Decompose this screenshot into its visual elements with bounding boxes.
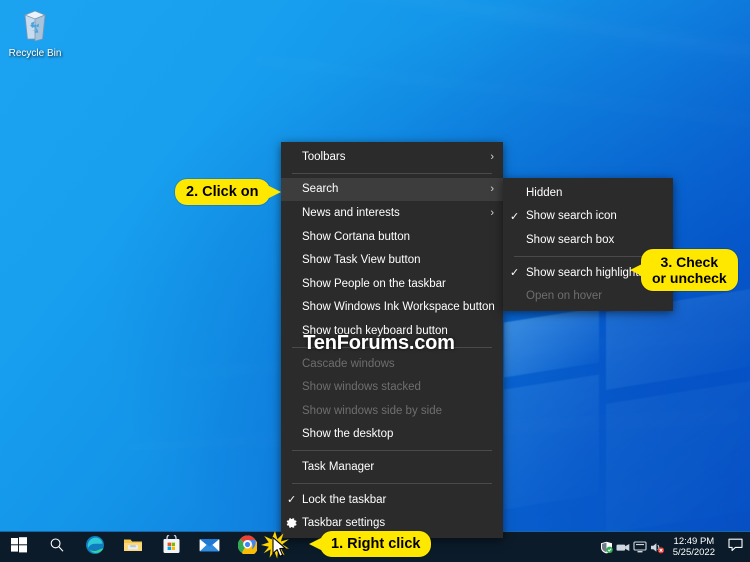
microsoft-edge-icon — [85, 535, 105, 560]
callout-step-3: 3. Check or uncheck — [630, 249, 738, 291]
context-menu-item[interactable]: News and interests › — [281, 201, 503, 225]
system-tray: 12:49 PM 5/25/2022 — [598, 533, 750, 562]
wallpaper-logo-pane — [504, 307, 599, 378]
desktop-icon-label: Recycle Bin — [8, 48, 62, 59]
context-menu-item-label: Show Cortana button — [302, 230, 411, 243]
callout-step-2: 2. Click on — [175, 179, 281, 205]
search-magnifier-icon — [49, 537, 65, 558]
callout-tail — [268, 186, 281, 198]
callout-step-2-text: 2. Click on — [186, 184, 259, 200]
action-center-speech-bubble-icon — [727, 538, 743, 557]
search-submenu-item[interactable]: ✓ Show search icon — [503, 205, 673, 229]
context-menu-item[interactable]: Show Cortana button — [281, 225, 503, 249]
context-menu-item-label: Show touch keyboard button — [302, 324, 448, 337]
recycle-bin-icon — [4, 6, 66, 46]
context-menu-item-label: Show windows stacked — [302, 381, 421, 394]
context-menu-item: Show windows stacked — [281, 375, 503, 399]
context-menu-item-label: Show Task View button — [302, 254, 421, 267]
wallpaper-light-streak — [251, 57, 750, 129]
callout-step-1: 1. Right click — [309, 531, 432, 557]
clock-date: 5/25/2022 — [672, 547, 715, 558]
context-menu-item[interactable]: Show Task View button — [281, 248, 503, 272]
search-submenu-item[interactable]: Hidden — [503, 181, 673, 205]
volume-muted-icon[interactable] — [649, 533, 666, 562]
microsoft-store-button[interactable] — [152, 533, 190, 562]
context-menu-item-label: Show People on the taskbar — [302, 277, 446, 290]
callout-tail — [630, 264, 642, 276]
context-menu-item-label: Cascade windows — [302, 357, 395, 370]
file-explorer-button[interactable] — [114, 533, 152, 562]
taskbar-context-menu[interactable]: Toolbars › Search › News and interests › Show … — [281, 142, 503, 538]
context-menu-item[interactable]: Toolbars › — [281, 145, 503, 169]
context-menu-item[interactable]: Show the desktop — [281, 423, 503, 447]
taskbar-pinned-apps — [0, 533, 266, 562]
windows-security-shield-icon[interactable] — [598, 533, 615, 562]
search-submenu-item-label: Show search icon — [526, 210, 617, 223]
context-menu-item-label: Show Windows Ink Workspace button — [302, 301, 495, 314]
context-menu-item-label: Toolbars — [302, 150, 346, 163]
context-menu-item[interactable]: Show Windows Ink Workspace button — [281, 296, 503, 320]
windows-desktop-screenshot: Recycle Bin 12:49 PM 5/25/2022 Toolbars … — [0, 0, 750, 562]
context-menu-item[interactable]: Search › — [281, 177, 503, 202]
chevron-right-icon: › — [490, 183, 494, 196]
menu-separator — [514, 255, 662, 257]
search-button[interactable] — [38, 533, 76, 562]
context-menu-item-label: Show the desktop — [302, 428, 394, 441]
callout-step-3-line-1: 3. Check — [660, 254, 719, 270]
chevron-right-icon: › — [490, 150, 494, 163]
callout-tail — [309, 538, 321, 550]
clock-time: 12:49 PM — [673, 536, 715, 547]
taskbar-clock[interactable]: 12:49 PM 5/25/2022 — [666, 536, 722, 558]
context-menu-item[interactable]: Task Manager — [281, 455, 503, 479]
menu-separator — [292, 450, 492, 452]
context-menu-item[interactable]: Show People on the taskbar — [281, 272, 503, 296]
context-menu-item: Show windows side by side — [281, 399, 503, 423]
network-monitor-icon[interactable] — [632, 533, 649, 562]
google-chrome-icon — [237, 535, 258, 559]
context-menu-item-label: Search — [302, 183, 339, 196]
mail-envelope-icon — [199, 537, 220, 558]
mail-button[interactable] — [190, 533, 228, 562]
context-menu-item[interactable]: Show touch keyboard button — [281, 319, 503, 343]
windows-logo-icon — [11, 536, 27, 558]
wallpaper-light-streak — [302, 0, 750, 64]
context-menu-item-label: News and interests — [302, 206, 400, 219]
file-explorer-folder-icon — [123, 536, 143, 559]
context-menu-item-label: Show windows side by side — [302, 404, 442, 417]
safely-remove-hardware-icon[interactable] — [615, 533, 632, 562]
callout-step-1-text: 1. Right click — [331, 536, 421, 552]
context-menu-item-label: Taskbar settings — [302, 517, 386, 530]
menu-separator — [292, 172, 492, 174]
microsoft-store-icon — [162, 533, 181, 559]
menu-separator — [292, 346, 492, 348]
search-submenu-item-label: Show search highlights — [526, 266, 645, 279]
context-menu-item[interactable]: ✓ Lock the taskbar — [281, 488, 503, 512]
search-submenu-item-label: Hidden — [526, 186, 563, 199]
start-button[interactable] — [0, 533, 38, 562]
checkmark-icon: ✓ — [287, 494, 297, 507]
edge-button[interactable] — [76, 533, 114, 562]
desktop-icon-recycle-bin[interactable]: Recycle Bin — [4, 6, 66, 60]
chrome-button[interactable] — [228, 533, 266, 562]
checkmark-icon: ✓ — [510, 267, 520, 280]
context-menu-item: Cascade windows — [281, 352, 503, 376]
checkmark-icon: ✓ — [510, 210, 520, 223]
chevron-right-icon: › — [490, 206, 494, 219]
search-submenu-item-label: Open on hover — [526, 290, 603, 303]
callout-step-3-line-2: or uncheck — [652, 270, 727, 286]
action-center-button[interactable] — [722, 533, 748, 562]
search-submenu[interactable]: Hidden ✓ Show search icon Show search box ✓ S… — [503, 178, 673, 311]
gear-icon — [285, 517, 298, 530]
wallpaper-logo-pane — [606, 380, 750, 534]
context-menu-item-label: Task Manager — [302, 460, 375, 473]
search-submenu-item[interactable]: Show search box — [503, 228, 673, 252]
wallpaper-logo-pane — [504, 374, 599, 510]
menu-separator — [292, 482, 492, 484]
search-submenu-item-label: Show search box — [526, 233, 615, 246]
context-menu-item-label: Lock the taskbar — [302, 493, 387, 506]
